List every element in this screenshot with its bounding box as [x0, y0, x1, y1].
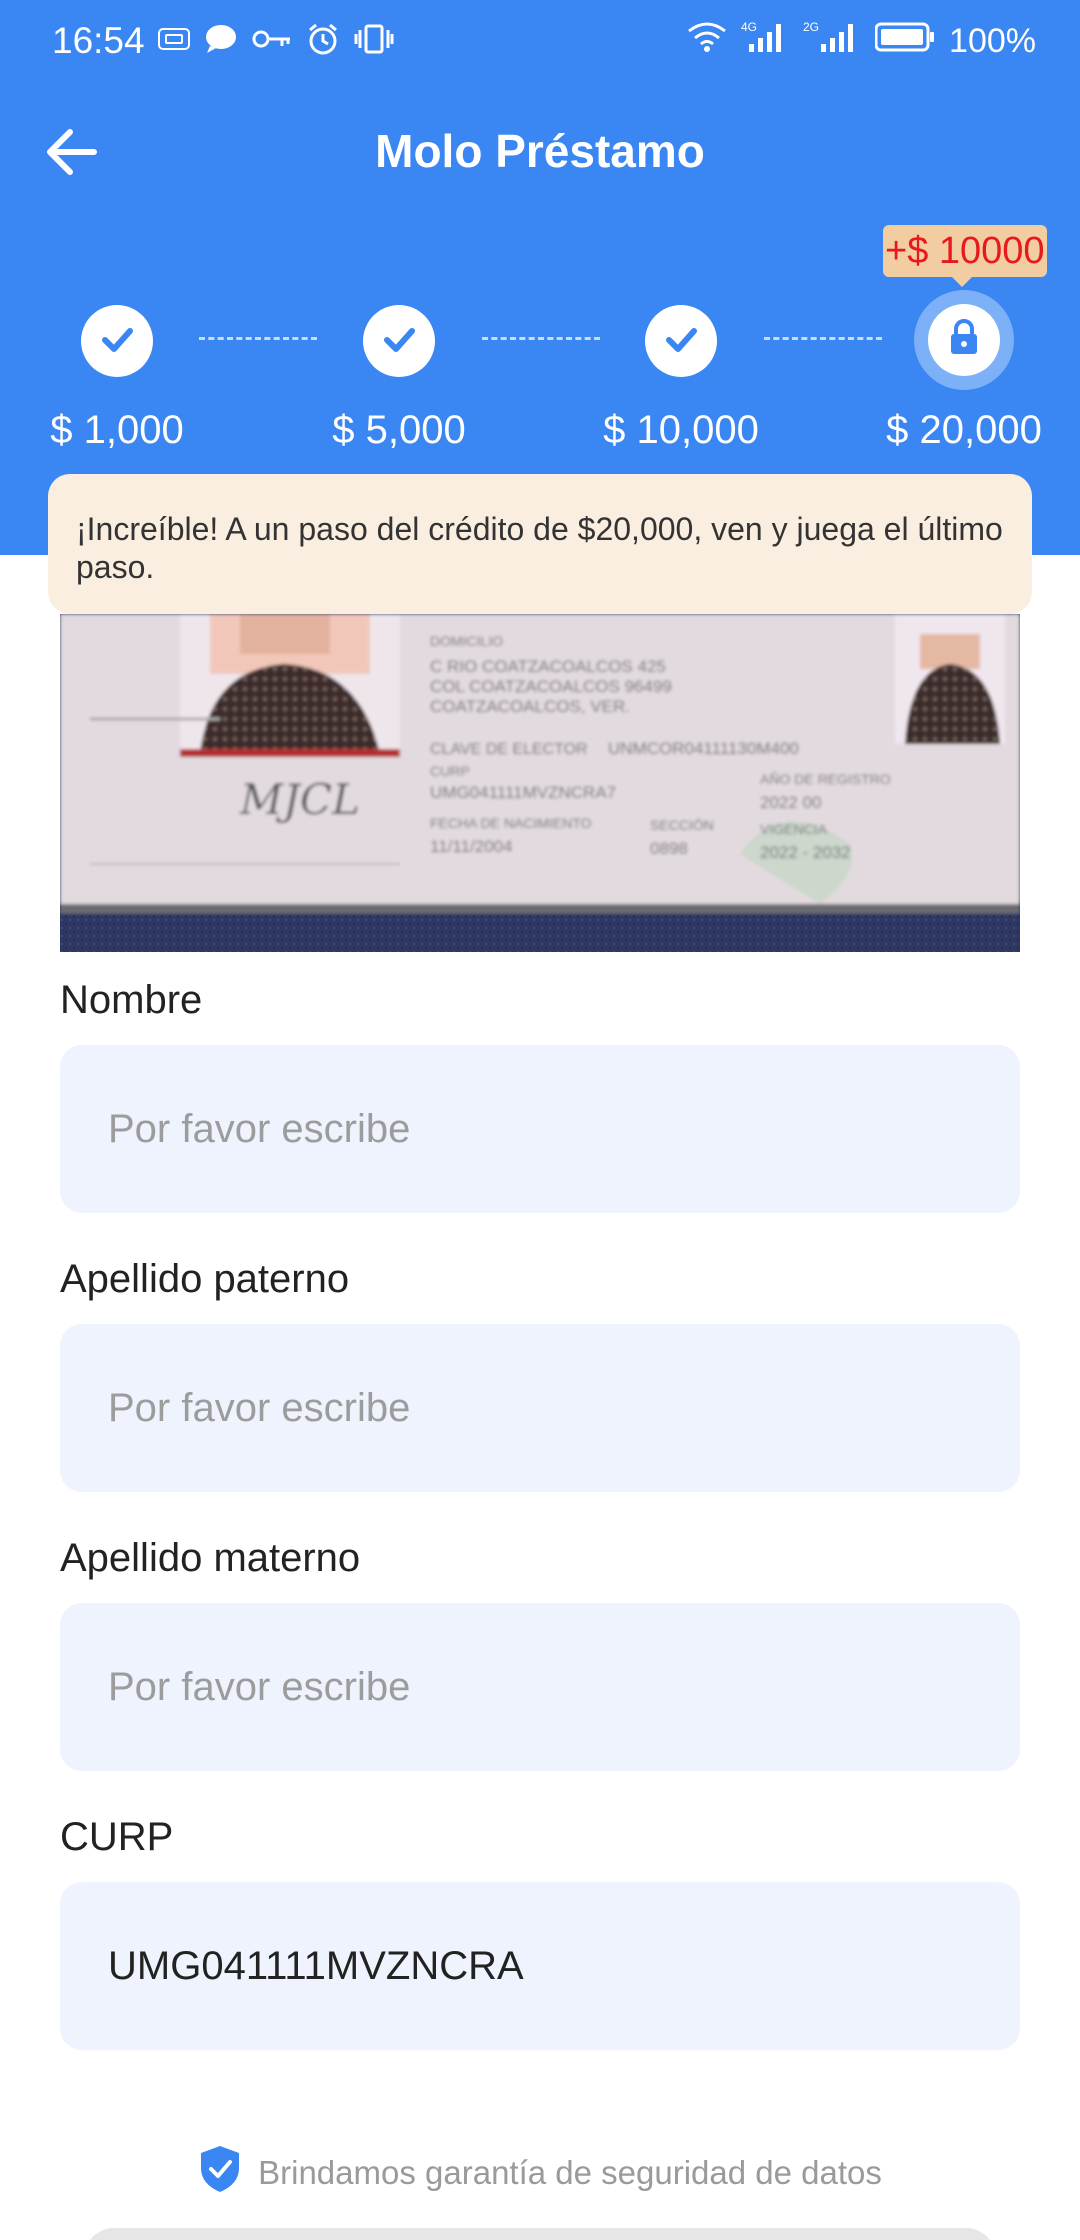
status-time: 16:54 [52, 20, 145, 61]
page-title: Molo Préstamo [375, 125, 705, 177]
bonus-badge: +$ 10000 [883, 225, 1047, 277]
apellido-paterno-label: Apellido paterno [60, 1257, 350, 1301]
header: 16:54 4G 2G 100% Molo Préstamo +$ 10000 … [0, 0, 1080, 555]
security-text: Brindamos garantía de seguridad de datos [258, 2154, 882, 2191]
id-seccion-value: 0898 [650, 839, 688, 858]
wifi-icon [687, 21, 727, 62]
message-icon [204, 24, 238, 59]
submit-button[interactable] [84, 2228, 996, 2240]
id-signature: MJCL [239, 775, 360, 824]
step-4-amount: $ 20,000 [886, 408, 1042, 452]
id-address-2: COL COATZACOALCOS 96499 [430, 677, 672, 696]
nombre-input[interactable] [60, 1045, 1020, 1213]
id-card-image: DOMICILIO C RIO COATZACOALCOS 425 COL CO… [60, 614, 1020, 952]
status-bar: 16:54 4G 2G 100% [0, 0, 1080, 82]
check-icon [661, 319, 701, 364]
status-icons-left [158, 22, 394, 61]
security-note: Brindamos garantía de seguridad de datos [0, 2144, 1080, 2202]
id-vigencia-label: VIGENCIA [760, 821, 828, 837]
network-2-label: 2G [803, 20, 819, 34]
key-icon [252, 28, 292, 55]
battery-percent: 100% [949, 22, 1036, 60]
step-3-amount: $ 10,000 [603, 408, 759, 452]
step-3-done [645, 305, 717, 377]
sim-card-icon [158, 28, 190, 55]
curp-label: CURP [60, 1815, 174, 1859]
signal-2g-icon: 2G [803, 20, 861, 63]
id-curp-value: UMG041111MVZNCRA7 [430, 783, 616, 802]
id-nacimiento-label: FECHA DE NACIMIENTO [430, 815, 592, 831]
id-registro-label: AÑO DE REGISTRO [760, 771, 891, 787]
step-connector-1 [199, 337, 317, 340]
step-connector-2 [482, 337, 600, 340]
vibrate-icon [354, 24, 394, 59]
curp-input[interactable] [60, 1882, 1020, 2050]
step-connector-3 [764, 337, 882, 340]
id-seccion-label: SECCIÓN [650, 817, 714, 833]
status-icons-right: 4G 2G 100% [687, 20, 1036, 63]
id-clave-value: UNMCOR04111130M400 [608, 739, 799, 758]
id-registro-value: 2022 00 [760, 793, 821, 812]
step-4-locked [928, 304, 1000, 376]
step-2-amount: $ 5,000 [332, 408, 466, 452]
id-address-3: COATZACOALCOS, VER. [430, 697, 630, 716]
id-nacimiento-value: 11/11/2004 [430, 837, 513, 856]
id-vigencia-value: 2022 - 2032 [760, 843, 851, 862]
network-1-label: 4G [741, 20, 757, 34]
bonus-badge-tip [952, 277, 972, 287]
id-curp-label: CURP [430, 763, 470, 779]
apellido-materno-input[interactable] [60, 1603, 1020, 1771]
step-1-amount: $ 1,000 [50, 408, 184, 452]
id-clave-label: CLAVE DE ELECTOR [430, 741, 588, 758]
id-address-1: C RIO COATZACOALCOS 425 [430, 657, 666, 676]
id-domicilio-label: DOMICILIO [430, 633, 503, 649]
shield-check-icon [198, 2144, 242, 2202]
notice-banner: ¡Increíble! A un paso del crédito de $20… [48, 474, 1032, 614]
check-icon [379, 319, 419, 364]
id-card-photo[interactable]: DOMICILIO C RIO COATZACOALCOS 425 COL CO… [60, 614, 1020, 952]
battery-icon [874, 22, 935, 61]
step-1-done [81, 305, 153, 377]
check-icon [97, 319, 137, 364]
step-2-done [363, 305, 435, 377]
alarm-icon [306, 22, 340, 61]
apellido-materno-label: Apellido materno [60, 1536, 361, 1580]
signal-4g-icon: 4G [741, 20, 789, 63]
lock-icon [946, 318, 982, 363]
nombre-label: Nombre [60, 978, 203, 1022]
apellido-paterno-input[interactable] [60, 1324, 1020, 1492]
